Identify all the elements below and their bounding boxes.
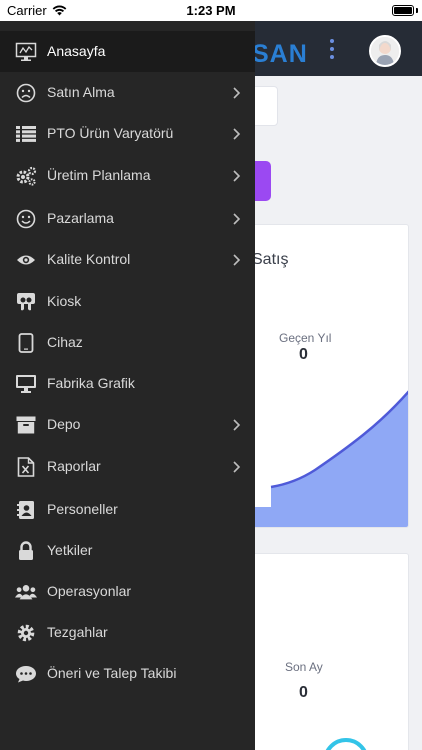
users-icon [15,581,37,603]
frown-face-icon [15,82,37,104]
avatar[interactable] [369,35,401,67]
gear-icon [15,622,37,644]
eye-icon [15,249,37,271]
menu-item-label: Üretim Planlama [47,167,151,183]
stats-card: Son Ay 0 [232,553,409,750]
menu-item-anasayfa[interactable]: Anasayfa [0,31,255,72]
last-month-value: 0 [299,684,308,701]
menu-item-pazarlama[interactable]: Pazarlama [0,198,255,239]
excel-file-icon [15,456,37,478]
last-year-label: Geçen Yıl [279,331,332,345]
card-title: Satış [252,251,289,268]
menu-item-label: Depo [47,416,81,432]
list-icon [15,123,37,145]
chevron-right-icon [231,418,241,432]
menu-item-label: Operasyonlar [47,583,132,599]
menu-item-label: Kalite Kontrol [47,251,131,267]
menu-item-personeller[interactable]: Personeller [0,489,255,530]
more-vertical-icon[interactable] [327,39,337,61]
lock-icon [15,540,37,562]
menu-item-operasyonlar[interactable]: Operasyonlar [0,571,255,612]
contact-book-icon [15,499,37,521]
menu-item-depo[interactable]: Depo [0,404,255,445]
menu-item-raporlar[interactable]: Raporlar [0,446,255,487]
sales-card: Satış Geçen Yıl 0 [232,224,409,528]
chevron-right-icon [231,86,241,100]
menu-item-uretim-planlama[interactable]: Üretim Planlama [0,155,255,196]
menu-item-label: Yetkiler [47,542,93,558]
menu-item-yetkiler[interactable]: Yetkiler [0,530,255,571]
gears-icon [15,165,37,187]
menu-item-label: Pazarlama [47,210,114,226]
tablet-icon [15,332,37,354]
gauge [323,738,369,750]
menu-item-label: Personeller [47,501,118,517]
menu-item-label: Cihaz [47,334,83,350]
chevron-right-icon [231,169,241,183]
menu-item-cihaz[interactable]: Cihaz [0,322,255,363]
menu-item-fabrika-grafik[interactable]: Fabrika Grafik [0,363,255,404]
slideshare-icon [15,291,37,313]
archive-icon [15,414,37,436]
battery-icon [392,5,414,16]
chevron-right-icon [231,460,241,474]
sales-area-chart [255,390,408,527]
menu-item-label: Öneri ve Talep Takibi [47,665,177,681]
last-month-label: Son Ay [285,660,323,674]
menu-item-satin-alma[interactable]: Satın Alma [0,72,255,113]
chevron-right-icon [231,127,241,141]
side-menu: Anasayfa Satın Alma PTO Ürün Varyatörü Üret… [0,21,255,750]
menu-item-label: Raporlar [47,458,101,474]
clock: 1:23 PM [186,3,236,18]
menu-item-label: PTO Ürün Varyatörü [47,125,174,141]
smile-face-icon [15,208,37,230]
brand-logo: SAN [252,40,308,68]
menu-item-pto-urun-varyatoru[interactable]: PTO Ürün Varyatörü [0,113,255,154]
chevron-right-icon [231,212,241,226]
menu-item-kalite-kontrol[interactable]: Kalite Kontrol [0,239,255,280]
menu-item-tezgahlar[interactable]: Tezgahlar [0,612,255,653]
chevron-right-icon [231,253,241,267]
monitor-chart-icon [15,41,37,63]
desktop-icon [15,373,37,395]
status-bar: Carrier 1:23 PM [0,0,422,21]
menu-item-label: Kiosk [47,293,82,309]
comment-icon [15,663,37,685]
menu-item-label: Satın Alma [47,84,115,100]
last-year-value: 0 [299,346,308,363]
menu-item-label: Fabrika Grafik [47,375,135,391]
menu-item-kiosk[interactable]: Kiosk [0,281,255,322]
menu-item-label: Anasayfa [47,43,106,59]
menu-item-label: Tezgahlar [47,624,108,640]
menu-item-oneri-ve-talep-takibi[interactable]: Öneri ve Talep Takibi [0,653,255,694]
